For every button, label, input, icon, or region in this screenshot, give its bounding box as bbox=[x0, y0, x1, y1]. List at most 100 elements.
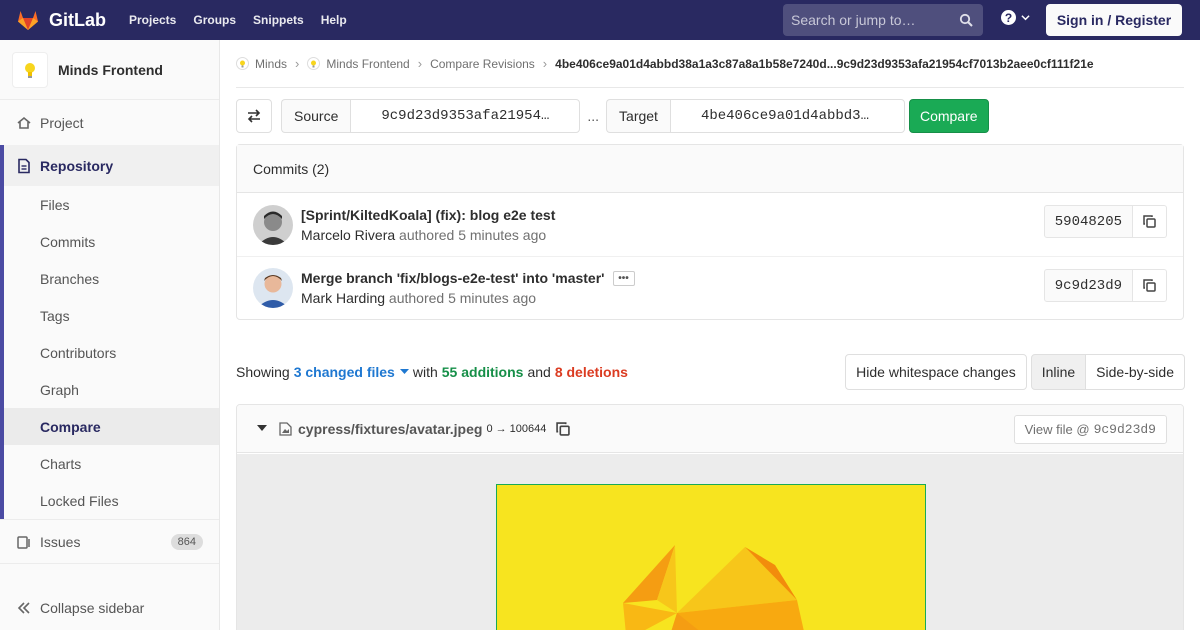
sidebar-item-branches[interactable]: Branches bbox=[4, 260, 219, 297]
commit-title[interactable]: [Sprint/KiltedKoala] (fix): blog e2e tes… bbox=[301, 207, 555, 223]
brand-name: GitLab bbox=[49, 9, 106, 30]
source-revision-dropdown[interactable]: 9c9d23d9353afa21954… bbox=[350, 99, 581, 133]
diff-view-controls: Hide whitespace changes Inline Side-by-s… bbox=[845, 354, 1185, 390]
search-input[interactable] bbox=[791, 12, 959, 28]
lightbulb-icon bbox=[25, 62, 35, 78]
copy-sha-button[interactable] bbox=[1133, 269, 1167, 302]
nav-help[interactable]: Help bbox=[321, 13, 347, 27]
list-item: Merge branch 'fix/blogs-e2e-test' into '… bbox=[237, 256, 1183, 319]
project-sidebar: Minds Frontend Project Repository Files … bbox=[0, 40, 220, 630]
sidebar-item-files[interactable]: Files bbox=[4, 186, 219, 223]
project-header[interactable]: Minds Frontend bbox=[0, 40, 219, 100]
breadcrumb-separator: › bbox=[542, 56, 548, 71]
breadcrumb: Minds › Minds Frontend › Compare Revisio… bbox=[236, 40, 1184, 88]
gitlab-logo-link[interactable]: GitLab bbox=[0, 0, 118, 40]
commit-title[interactable]: Merge branch 'fix/blogs-e2e-test' into '… bbox=[301, 270, 635, 286]
copy-icon bbox=[1143, 279, 1156, 292]
range-separator: ... bbox=[587, 108, 600, 124]
sidebar-item-commits[interactable]: Commits bbox=[4, 223, 219, 260]
diff-summary: Showing 3 changed files with 55 addition… bbox=[236, 354, 1185, 390]
sidebar-item-repository[interactable]: Repository bbox=[0, 145, 219, 186]
deletions-count: 8 deletions bbox=[554, 364, 628, 380]
commits-list: Commits (2) [Sprint/KiltedKoala] (fix): … bbox=[236, 144, 1184, 320]
swap-icon bbox=[247, 109, 261, 123]
inline-view-button[interactable]: Inline bbox=[1030, 354, 1087, 390]
nav-projects[interactable]: Projects bbox=[129, 13, 176, 27]
diff-file-header: cypress/fixtures/avatar.jpeg 0 → 100644 … bbox=[237, 405, 1183, 453]
commit-meta: Mark Harding authored 5 minutes ago bbox=[301, 290, 537, 306]
breadcrumb-compare-revisions[interactable]: Compare Revisions bbox=[430, 57, 535, 71]
breadcrumb-separator: › bbox=[295, 56, 300, 71]
compare-bar: Source 9c9d23d9353afa21954… ... Target 4… bbox=[236, 99, 1184, 133]
sidebar-item-label: Repository bbox=[40, 157, 114, 174]
repository-submenu: Files Commits Branches Tags Contributors… bbox=[0, 186, 219, 519]
expand-commit-message-button[interactable]: ••• bbox=[612, 270, 635, 286]
breadcrumb-current-range[interactable]: 4be406ce9a01d4abbd38a1a3c87a8a1b58e7240d… bbox=[555, 57, 1093, 71]
nav-groups[interactable]: Groups bbox=[193, 13, 236, 27]
image-file-icon bbox=[279, 421, 292, 436]
collapse-sidebar-button[interactable]: Collapse sidebar bbox=[0, 586, 219, 630]
commit-time: 5 minutes ago bbox=[448, 290, 537, 306]
copy-sha-button[interactable] bbox=[1133, 205, 1167, 238]
view-file-button[interactable]: View file @ 9c9d23d9 bbox=[1013, 415, 1167, 444]
sidebar-item-label: Project bbox=[40, 114, 84, 131]
group-avatar-icon bbox=[236, 57, 249, 70]
nav-snippets[interactable]: Snippets bbox=[253, 13, 304, 27]
target-label: Target bbox=[606, 99, 670, 133]
side-by-side-view-button[interactable]: Side-by-side bbox=[1086, 354, 1185, 390]
file-path-link[interactable]: cypress/fixtures/avatar.jpeg bbox=[298, 421, 482, 437]
sidebar-item-contributors[interactable]: Contributors bbox=[4, 334, 219, 371]
copy-icon bbox=[1143, 215, 1156, 228]
commit-sha[interactable]: 59048205 bbox=[1043, 205, 1133, 238]
compare-button[interactable]: Compare bbox=[908, 99, 989, 133]
issues-count-badge: 864 bbox=[170, 533, 203, 550]
swap-revisions-button[interactable] bbox=[236, 99, 272, 133]
collapse-sidebar-label: Collapse sidebar bbox=[40, 600, 145, 616]
search-box bbox=[783, 4, 983, 36]
signin-register-button[interactable]: Sign in / Register bbox=[1046, 4, 1182, 36]
top-navbar: GitLab Projects Groups Snippets Help ? S… bbox=[0, 0, 1200, 40]
document-icon bbox=[18, 158, 30, 173]
sidebar-item-issues[interactable]: Issues 864 bbox=[0, 519, 219, 564]
help-dropdown-button[interactable]: ? bbox=[1001, 10, 1030, 25]
avatar[interactable] bbox=[253, 268, 293, 308]
question-icon: ? bbox=[1001, 10, 1016, 25]
project-avatar bbox=[12, 51, 48, 88]
search-icon bbox=[959, 13, 973, 27]
sidebar-item-locked-files[interactable]: Locked Files bbox=[4, 482, 219, 519]
avatar[interactable] bbox=[253, 204, 293, 245]
main-content: Minds › Minds Frontend › Compare Revisio… bbox=[236, 40, 1185, 630]
chevron-down-icon bbox=[1021, 15, 1030, 21]
changed-files-dropdown[interactable]: 3 changed files bbox=[294, 364, 409, 380]
breadcrumb-minds[interactable]: Minds bbox=[236, 57, 287, 71]
commit-author[interactable]: Marcelo Rivera bbox=[301, 227, 395, 243]
commit-info: [Sprint/KiltedKoala] (fix): blog e2e tes… bbox=[301, 207, 555, 243]
additions-count: 55 additions bbox=[441, 364, 524, 380]
target-revision-dropdown[interactable]: 4be406ce9a01d4abbd3… bbox=[669, 99, 905, 133]
commit-info: Merge branch 'fix/blogs-e2e-test' into '… bbox=[301, 270, 635, 306]
gitlab-tanuki-icon bbox=[18, 11, 38, 30]
sidebar-item-charts[interactable]: Charts bbox=[4, 445, 219, 482]
avatar-image bbox=[497, 485, 925, 630]
diff-file: cypress/fixtures/avatar.jpeg 0 → 100644 … bbox=[236, 404, 1184, 630]
home-icon bbox=[17, 116, 31, 129]
double-chevron-left-icon bbox=[17, 602, 30, 614]
commit-sha[interactable]: 9c9d23d9 bbox=[1043, 269, 1133, 302]
sidebar-item-graph[interactable]: Graph bbox=[4, 371, 219, 408]
commit-author[interactable]: Mark Harding bbox=[301, 290, 385, 306]
image-preview bbox=[496, 484, 926, 630]
sidebar-item-compare[interactable]: Compare bbox=[4, 408, 219, 445]
copy-icon[interactable] bbox=[556, 421, 571, 436]
sidebar-item-tags[interactable]: Tags bbox=[4, 297, 219, 334]
image-diff-area bbox=[237, 454, 1183, 630]
breadcrumb-separator: › bbox=[417, 56, 423, 71]
breadcrumb-minds-frontend[interactable]: Minds Frontend bbox=[307, 57, 410, 71]
sidebar-item-project[interactable]: Project bbox=[0, 100, 219, 145]
source-revision-group: Source 9c9d23d9353afa21954… bbox=[281, 99, 581, 133]
hide-whitespace-button[interactable]: Hide whitespace changes bbox=[845, 354, 1027, 390]
collapse-file-icon[interactable] bbox=[257, 425, 267, 432]
issues-icon bbox=[17, 535, 30, 549]
project-name: Minds Frontend bbox=[58, 61, 163, 78]
file-mode-change: 0 → 100644 bbox=[486, 422, 547, 435]
commit-time: 5 minutes ago bbox=[458, 226, 547, 243]
